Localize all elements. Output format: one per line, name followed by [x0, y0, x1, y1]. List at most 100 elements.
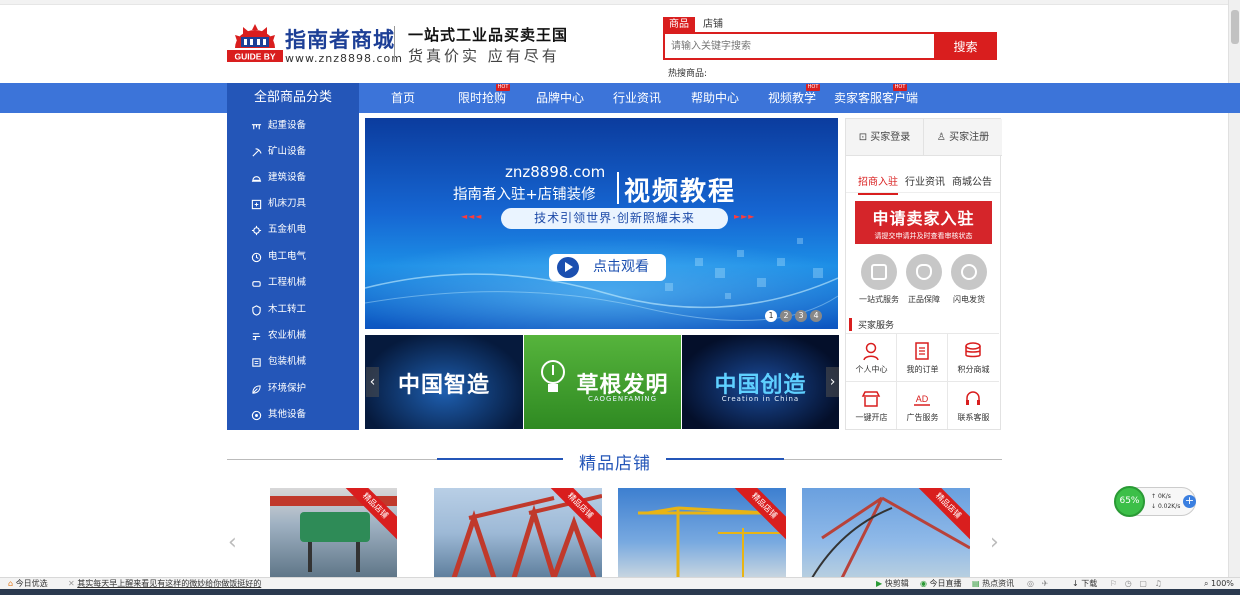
service-label: 广告服务	[906, 413, 939, 422]
service-advertising[interactable]: AD 广告服务	[897, 381, 948, 429]
service-open-shop[interactable]: 一键开店	[846, 381, 897, 429]
service-contact-support[interactable]: 联系客服	[948, 381, 999, 429]
shop-card[interactable]: 精品店铺	[618, 488, 786, 578]
apply-seller-button[interactable]: 申请卖家入驻 请提交申请并及时查看审核状态	[855, 201, 992, 244]
news-icon: ▤	[972, 579, 980, 588]
shop-card[interactable]: 精品店铺	[270, 488, 397, 578]
zoom-level[interactable]: ⌕ 100%	[1204, 578, 1234, 589]
shops-prev-arrow[interactable]: ‹	[228, 530, 237, 555]
site-url: www.znz8898.com	[285, 52, 403, 65]
category-item[interactable]: 矿山设备	[227, 142, 359, 162]
section-line	[784, 459, 1002, 460]
helmet-icon	[251, 176, 262, 182]
play-icon	[557, 257, 579, 278]
service-points-mall[interactable]: 积分商城	[948, 333, 999, 381]
user-icon: ♙	[936, 132, 946, 143]
hot-badge: HOT	[893, 84, 907, 91]
category-label: 建筑设备	[268, 172, 307, 183]
banner-subtitle: 指南者入驻+店铺装修	[453, 187, 596, 203]
search-input[interactable]	[663, 32, 934, 60]
shop-icon	[861, 391, 881, 407]
buyer-register-button[interactable]: ♙ 买家注册	[924, 119, 1002, 156]
category-label: 工程机械	[268, 277, 307, 288]
promo-tile[interactable]: 中国智造	[365, 335, 523, 429]
status-tool-icons[interactable]: ⚐ ◷ ▢ ♫	[1110, 578, 1162, 589]
search-tab-shops[interactable]: 店铺	[700, 17, 726, 32]
category-label: 包装机械	[268, 356, 307, 367]
speed-percent: 65%	[1114, 486, 1145, 517]
site-name[interactable]: 指南者商城	[285, 24, 395, 54]
apply-seller-subtitle: 请提交申请并及时查看审核状态	[874, 232, 973, 240]
search-button[interactable]: 搜索	[934, 32, 997, 60]
tiles-prev-arrow[interactable]: ‹	[366, 367, 379, 397]
category-item[interactable]: 其他设备	[227, 405, 359, 425]
shield-icon	[252, 305, 261, 316]
category-item[interactable]: 起重设备	[227, 116, 359, 136]
settings-icon	[251, 410, 262, 421]
crane-icon	[251, 124, 262, 130]
excavator-icon	[252, 281, 261, 287]
buyer-login-button[interactable]: ⊡ 买家登录	[846, 119, 924, 156]
play-icon: ▶	[876, 579, 883, 588]
banner-arrows-left: ◄◄◄	[461, 212, 483, 221]
nav-all-categories[interactable]: 全部商品分类	[227, 83, 359, 113]
nav-home[interactable]: 首页	[391, 83, 415, 113]
logo-caption: GUIDE BY	[234, 52, 275, 62]
category-sidebar: 起重设备 矿山设备 建筑设备 机床刀具 五金机电 电工电气 工程机械 木工转工 …	[227, 113, 359, 430]
today-picks-label: 今日优选	[15, 579, 48, 588]
service-my-orders[interactable]: 我的订单	[897, 333, 948, 381]
machine-tool-icon	[251, 199, 262, 210]
category-item[interactable]: 环境保护	[227, 379, 359, 399]
status-quick-edit[interactable]: ▶ 快剪辑	[876, 578, 909, 589]
category-item[interactable]: 电工电气	[227, 247, 359, 267]
shop-card[interactable]: 精品店铺	[434, 488, 602, 578]
nav-industry-news[interactable]: 行业资讯	[613, 83, 661, 113]
gear-icon	[251, 225, 262, 236]
banner-tagline: 技术引领世界·创新照耀未来	[501, 208, 728, 229]
category-item[interactable]: 五金机电	[227, 220, 359, 240]
search-tab-products[interactable]: 商品	[663, 17, 695, 32]
watch-button[interactable]: 点击观看	[549, 254, 666, 281]
news-ticker[interactable]: ✕ 其实每天早上醒来看见有这样的微妙给你做饭挺好的	[68, 578, 261, 589]
nav-brand-center[interactable]: 品牌中心	[536, 83, 584, 113]
service-personal-center[interactable]: 个人中心	[846, 333, 897, 381]
scrollbar-thumb[interactable]	[1231, 10, 1239, 44]
category-item[interactable]: 包装机械	[227, 352, 359, 372]
status-live[interactable]: ◉ 今日直播	[920, 578, 962, 589]
promo-tile-subtitle: CAOGENFAMING	[587, 395, 658, 403]
category-item[interactable]: 建筑设备	[227, 168, 359, 188]
news-icon: ✕	[68, 579, 75, 588]
banner-dot[interactable]: 3	[795, 310, 807, 322]
banner-dot[interactable]: 1	[765, 310, 777, 322]
shops-next-arrow[interactable]: ›	[990, 530, 999, 555]
category-label: 电工电气	[268, 251, 307, 262]
nav-help-center[interactable]: 帮助中心	[691, 83, 739, 113]
category-item[interactable]: 机床刀具	[227, 194, 359, 214]
promo-tile[interactable]: 草根发明 CAOGENFAMING	[524, 335, 681, 429]
svg-text:AD: AD	[916, 394, 929, 404]
promo-tile[interactable]: 中国创造 Creation in China	[682, 335, 839, 429]
buyer-services-title: 买家服务	[849, 318, 894, 331]
account-panel: ⊡ 买家登录 ♙ 买家注册 招商入驻 行业资讯 商城公告 申请卖家入驻 请提交申…	[845, 118, 1002, 430]
network-speed-widget[interactable]: 65% ↑ 0K/s ↓ 0.02K/s +	[1114, 486, 1196, 517]
status-icons[interactable]: ◎ ✈	[1027, 578, 1048, 589]
category-item[interactable]: 工程机械	[227, 273, 359, 293]
site-logo[interactable]: GUIDE BY	[227, 22, 283, 62]
section-line	[666, 458, 784, 460]
status-hot-news[interactable]: ▤ 热点资讯	[972, 578, 1014, 589]
boost-button[interactable]: +	[1183, 495, 1196, 508]
tab-industry-news[interactable]: 行业资讯	[905, 173, 945, 188]
news-ticker-text: 其实每天早上醒来看见有这样的微妙给你做饭挺好的	[77, 579, 262, 588]
category-item[interactable]: 农业机械	[227, 326, 359, 346]
banner-divider	[617, 172, 619, 204]
status-download[interactable]: ↓ 下载	[1072, 578, 1097, 589]
category-item[interactable]: 木工转工	[227, 300, 359, 320]
banner-arrows-right: ►►►	[734, 212, 756, 221]
banner-dot[interactable]: 2	[780, 310, 792, 322]
today-picks[interactable]: ⌂ 今日优选	[8, 578, 48, 589]
tiles-next-arrow[interactable]: ›	[826, 367, 839, 397]
shop-card[interactable]: 精品店铺	[802, 488, 970, 578]
ad-icon: AD	[914, 394, 930, 406]
tab-announcements[interactable]: 商城公告	[952, 173, 992, 188]
banner-dot[interactable]: 4	[810, 310, 822, 322]
